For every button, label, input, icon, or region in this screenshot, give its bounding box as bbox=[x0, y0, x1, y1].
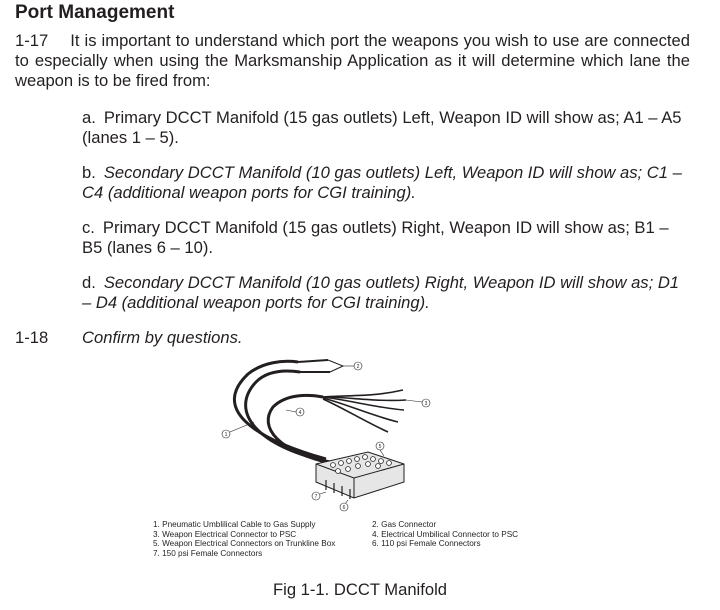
list-item-c: c. Primary DCCT Manifold (15 gas outlets)… bbox=[82, 218, 692, 258]
item-text: Secondary DCCT Manifold (10 gas outlets)… bbox=[82, 163, 682, 202]
paragraph-1-17: 1-17 It is important to understand which … bbox=[15, 31, 690, 91]
legend-item: 7. 150 psi Female Connectors bbox=[153, 548, 263, 558]
legend-item: 6. 110 psi Female Connectors bbox=[372, 539, 481, 549]
paragraph-number: 1-18 bbox=[15, 328, 49, 347]
item-text: Primary DCCT Manifold (15 gas outlets) R… bbox=[82, 218, 669, 257]
item-letter: c. bbox=[82, 218, 95, 237]
item-letter: b. bbox=[82, 163, 96, 182]
list-item-a: a. Primary DCCT Manifold (15 gas outlets)… bbox=[82, 108, 692, 148]
callout-3: 3 bbox=[425, 401, 428, 407]
paragraph-1-18: 1-18 Confirm by questions. bbox=[15, 328, 242, 348]
paragraph-text: It is important to understand which port… bbox=[15, 31, 690, 90]
paragraph-number: 1-17 bbox=[15, 31, 49, 50]
item-letter: d. bbox=[82, 273, 96, 292]
callout-2: 2 bbox=[357, 364, 360, 370]
item-text: Primary DCCT Manifold (15 gas outlets) L… bbox=[82, 108, 682, 147]
list-item-d: d. Secondary DCCT Manifold (10 gas outlet… bbox=[82, 273, 692, 313]
list-item-b: b. Secondary DCCT Manifold (10 gas outlet… bbox=[82, 163, 692, 203]
legend-item: 4. Electrical Umbilical Connector to PSC bbox=[372, 529, 519, 539]
item-text: Secondary DCCT Manifold (10 gas outlets)… bbox=[82, 273, 680, 312]
legend-item: 5. Weapon Electrical Connectors on Trunk… bbox=[153, 539, 336, 549]
item-letter: a. bbox=[82, 108, 96, 127]
figure-caption: Fig 1-1. DCCT Manifold bbox=[273, 580, 447, 599]
callout-6: 6 bbox=[343, 505, 346, 511]
section-heading: Port Management bbox=[15, 2, 175, 23]
legend-item: 1. Pneumatic Umblilical Cable to Gas Sup… bbox=[153, 520, 316, 529]
legend-right-column: 2. Gas Connector 4. Electrical Umbilical… bbox=[372, 520, 518, 549]
callout-1: 1 bbox=[225, 432, 228, 438]
callout-4: 4 bbox=[299, 410, 302, 416]
callout-5: 5 bbox=[379, 444, 382, 450]
paragraph-text: Confirm by questions. bbox=[82, 328, 243, 347]
legend-item: 2. Gas Connector bbox=[372, 520, 437, 529]
dcct-manifold-illustration: 1 2 3 4 5 6 7 bbox=[221, 359, 431, 512]
legend-left-column: 1. Pneumatic Umblilical Cable to Gas Sup… bbox=[153, 520, 335, 558]
legend-item: 3. Weapon Electrical Connector to PSC bbox=[153, 529, 297, 539]
callout-7: 7 bbox=[315, 494, 318, 500]
